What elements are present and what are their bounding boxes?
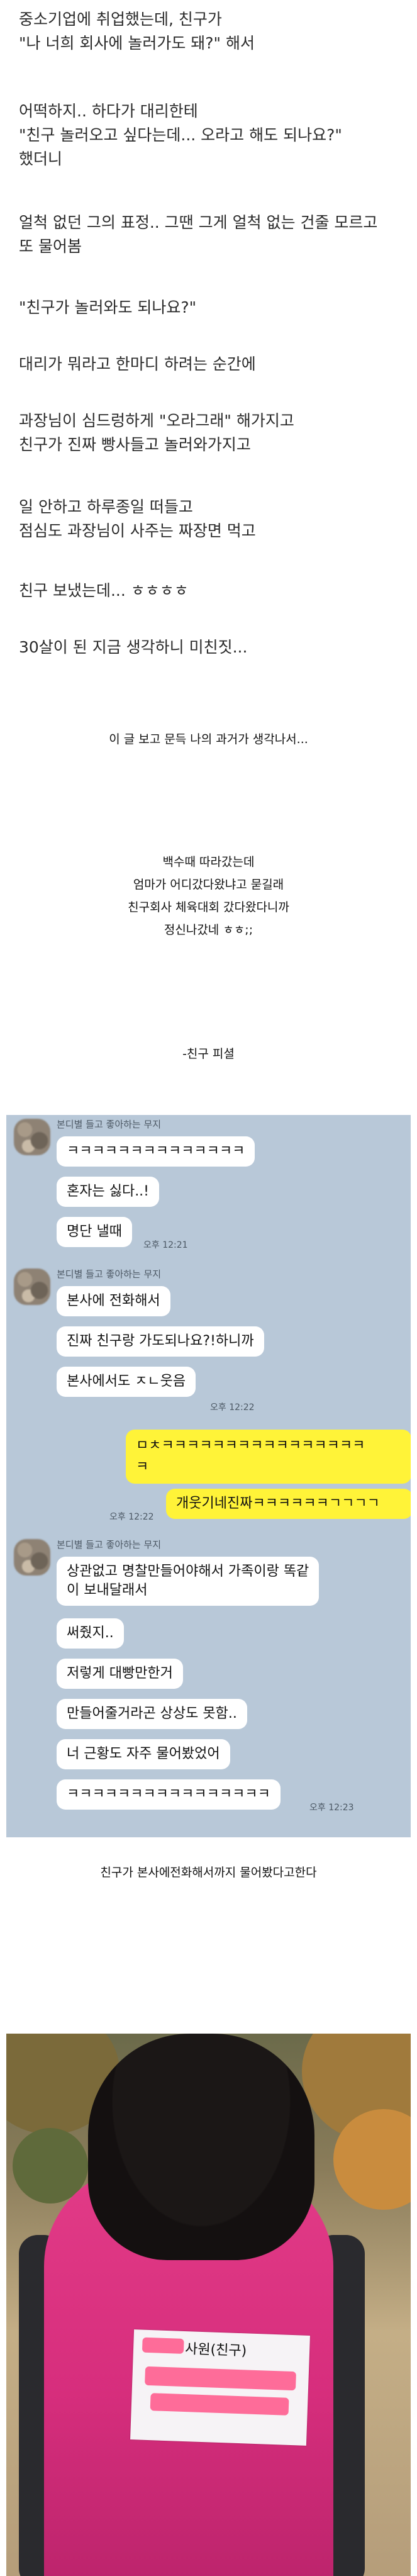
message-time: 오후 12:23 [309, 1803, 354, 1813]
hair [88, 2034, 314, 2260]
redaction-scribble [150, 2393, 289, 2416]
story-line: 일 안하고 하루종일 떠들고 점심도 과장님이 사주는 짜장면 먹고 [19, 498, 256, 540]
message-bubble: ㅋㅋㅋㅋㅋㅋㅋㅋㅋㅋㅋㅋㅋㅋㅋㅋ [57, 1779, 281, 1810]
redaction-scribble [145, 2366, 296, 2391]
message-bubble: 본사에서도 ㅈㄴ웃음 [57, 1367, 196, 1397]
story-line: 대리가 뭐라고 한마디 하려는 순간에 [19, 355, 256, 373]
story-line: "친구가 놀러와도 되나요?" [19, 298, 197, 316]
nametag-photo: 사원(친구) [6, 2034, 411, 2576]
message-bubble: 너 근황도 자주 물어봤었어 [57, 1739, 230, 1769]
message-time: 오후 12:21 [143, 1240, 188, 1250]
sender-name: 본디별 들고 좋아하는 무지 [57, 1119, 162, 1130]
story-line: 친구 보냈는데... ㅎㅎㅎㅎ [19, 581, 189, 600]
my-message-bubble: ㅁㅊㅋㅋㅋㅋㅋㅋㅋㅋㅋㅋㅋㅋㅋㅋㅋㅋ ㅋ [126, 1430, 411, 1484]
sender-name: 본디별 들고 좋아하는 무지 [57, 1268, 162, 1280]
story-line: 과장님이 심드렁하게 "오라그래" 해가지고 친구가 진짜 빵사들고 놀러와가지… [19, 412, 294, 454]
message-bubble: 진짜 친구랑 가도되나요?!하니까 [57, 1326, 264, 1357]
message-bubble: 저렇게 대빵만한거 [57, 1659, 183, 1689]
message-bubble: 상관없고 명찰만들어야해서 가족이랑 똑같 이 보내달래서 [57, 1557, 320, 1606]
caption-source: -친구 피셜 [182, 1047, 235, 1061]
message-bubble: ㅋㅋㅋㅋㅋㅋㅋㅋㅋㅋㅋㅋㅋㅋ [57, 1136, 255, 1167]
avatar [14, 1539, 50, 1576]
redaction-scribble [142, 2337, 184, 2354]
caption-intro: 이 글 보고 문득 나의 과거가 생각나서... [109, 732, 308, 746]
message-bubble: 혼자는 싫다..! [57, 1177, 159, 1207]
story-line: 중소기업에 취업했는데, 친구가 "나 너희 회사에 놀러가도 돼?" 해서 [19, 10, 255, 52]
avatar [14, 1268, 50, 1305]
avatar [14, 1119, 50, 1155]
story-line: 30살이 된 지금 생각하니 미친짓... [19, 638, 248, 656]
chat-screenshot: 본디별 들고 좋아하는 무지 ㅋㅋㅋㅋㅋㅋㅋㅋㅋㅋㅋㅋㅋㅋ 혼자는 싫다..! … [6, 1115, 411, 1837]
story-line: 어떡하지.. 하다가 대리한테 "친구 놀러오고 싶다는데... 오라고 해도 … [19, 102, 342, 168]
caption-friend: 백수때 따라갔는데 엄마가 어디갔다왔냐고 묻길래 친구회사 체육대회 갔다왔다… [128, 855, 289, 937]
message-bubble: 써줬지.. [57, 1618, 124, 1649]
name-tag: 사원(친구) [130, 2329, 310, 2446]
message-time: 오후 12:22 [210, 1403, 255, 1413]
caption-phone-call: 친구가 본사에전화해서까지 물어봤다고한다 [100, 1866, 317, 1879]
message-bubble: 본사에 전화해서 [57, 1286, 170, 1316]
name-tag-text: 사원(친구) [184, 2341, 247, 2360]
message-bubble: 만들어줄거라곤 상상도 못함.. [57, 1699, 247, 1729]
message-time: 오후 12:22 [109, 1512, 154, 1522]
story-line: 얼척 없던 그의 표정.. 그땐 그게 얼척 없는 건줄 모르고 또 물어봄 [19, 213, 378, 255]
sender-name: 본디별 들고 좋아하는 무지 [57, 1539, 162, 1550]
message-bubble: 명단 낼때 [57, 1217, 132, 1247]
my-message-bubble: 개웃기네진짜ㅋㅋㅋㅋㅋㅋㄱㄱㄱㄱ [166, 1489, 411, 1519]
